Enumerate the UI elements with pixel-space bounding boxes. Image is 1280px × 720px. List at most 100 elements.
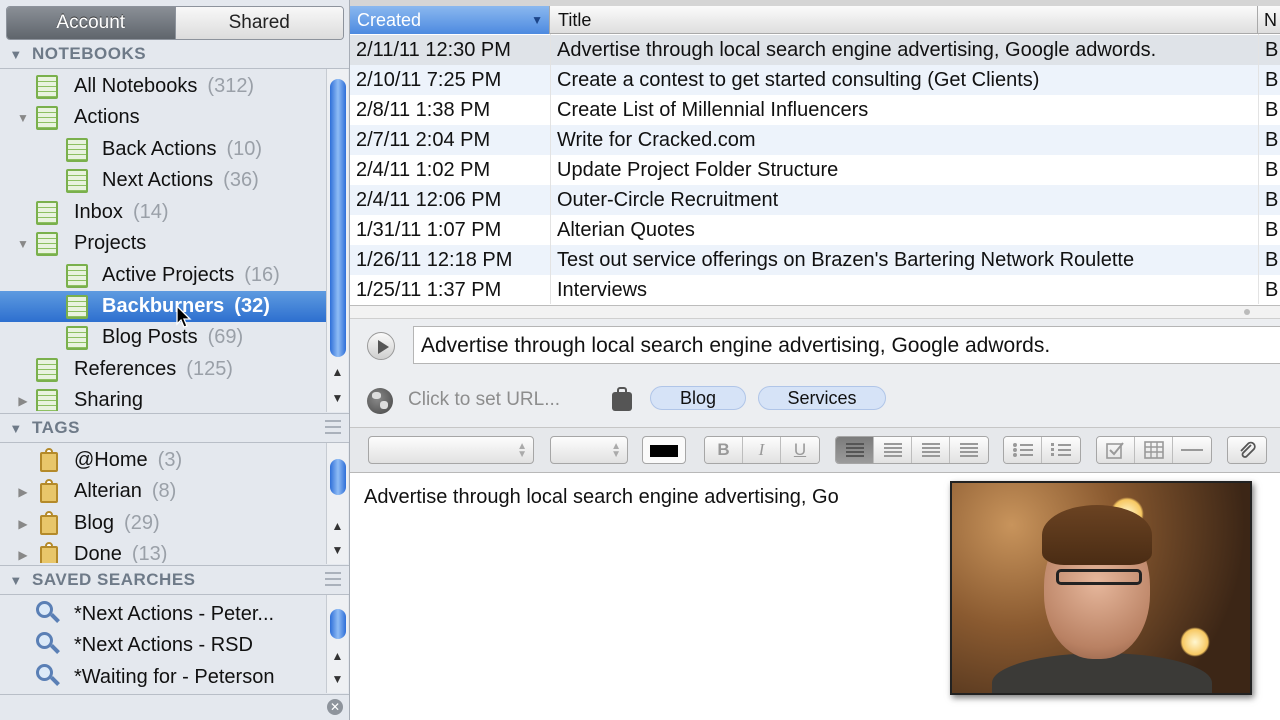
tag-icon <box>612 387 632 411</box>
scroll-up-arrow-icon[interactable]: ▲ <box>327 361 348 383</box>
align-left-button[interactable] <box>836 437 874 463</box>
saved-searches-header-label: SAVED SEARCHES <box>32 570 196 589</box>
table-row[interactable]: 2/4/11 12:06 PM Outer-Circle Recruitment B <box>350 185 1280 215</box>
tag-item-home[interactable]: @Home (3) <box>0 445 326 476</box>
notebook-item-blog-posts[interactable]: Blog Posts (69) <box>0 322 326 353</box>
underline-button[interactable]: U <box>781 437 819 463</box>
notebook-count: (16) <box>244 264 280 286</box>
play-icon[interactable] <box>367 332 395 360</box>
tag-count: (13) <box>131 543 168 563</box>
notebook-stack-icon <box>36 231 58 256</box>
saved-searches-section-header[interactable]: ▼ SAVED SEARCHES <box>0 566 349 594</box>
cell-notebook: B <box>1265 128 1279 151</box>
tab-shared[interactable]: Shared <box>174 7 343 39</box>
note-tag-services[interactable]: Services <box>758 386 886 410</box>
saved-search-item[interactable]: *Next Actions - Peter... <box>0 599 326 630</box>
tag-item-alterian[interactable]: ▶ Alterian (8) <box>0 476 326 507</box>
notebook-item-all-notebooks[interactable]: All Notebooks (312) <box>0 71 326 102</box>
tags-scrollbar[interactable]: ▲ ▼ <box>326 443 348 564</box>
disclosure-open-icon[interactable]: ▼ <box>16 111 30 125</box>
saved-search-item[interactable]: *Next Actions - RSD <box>0 630 326 661</box>
justify-button[interactable] <box>950 437 988 463</box>
note-title-field[interactable]: Advertise through local search engine ad… <box>413 326 1280 364</box>
bold-button[interactable]: B <box>705 437 743 463</box>
disclosure-closed-icon[interactable]: ▶ <box>16 485 30 499</box>
tags-section-header[interactable]: ▼ TAGS <box>0 414 349 442</box>
text-color-well[interactable] <box>642 436 686 464</box>
notebook-item-projects[interactable]: ▼ Projects <box>0 228 326 259</box>
scroll-up-arrow-icon[interactable]: ▲ <box>327 645 348 667</box>
scrollbar-thumb[interactable] <box>330 459 346 495</box>
saved-search-item[interactable]: *Waiting for - Peterson <box>0 662 326 693</box>
notebook-label: Blog Posts <box>102 326 198 348</box>
disclosure-closed-icon[interactable]: ▶ <box>16 517 30 531</box>
numbered-list-button[interactable] <box>1042 437 1080 463</box>
scroll-down-arrow-icon[interactable]: ▼ <box>327 668 348 690</box>
tag-item-blog[interactable]: ▶ Blog (29) <box>0 508 326 539</box>
saved-searches-scrollbar[interactable]: ▲ ▼ <box>326 595 348 693</box>
checkbox-button[interactable] <box>1097 437 1135 463</box>
section-menu-icon[interactable] <box>325 572 341 586</box>
alignment-group <box>835 436 989 464</box>
notebook-item-sharing[interactable]: ▶ Sharing <box>0 385 326 411</box>
tags-header-label: TAGS <box>32 418 80 437</box>
insert-table-button[interactable] <box>1135 437 1173 463</box>
align-right-icon <box>921 443 940 457</box>
notebook-item-back-actions[interactable]: Back Actions (10) <box>0 134 326 165</box>
scroll-down-arrow-icon[interactable]: ▼ <box>327 387 348 409</box>
notebooks-list: All Notebooks (312) ▼ Actions Back Action… <box>0 71 326 411</box>
disclosure-closed-icon[interactable]: ▶ <box>16 548 30 562</box>
notebook-label: Sharing <box>74 389 143 411</box>
collapse-triangle-icon[interactable]: ▼ <box>0 421 32 436</box>
notebook-item-actions[interactable]: ▼ Actions <box>0 102 326 133</box>
splitter-handle-icon[interactable] <box>1244 309 1250 315</box>
clear-search-icon[interactable]: ✕ <box>327 699 343 715</box>
table-row[interactable]: 2/10/11 7:25 PM Create a contest to get s… <box>350 65 1280 95</box>
column-header-title[interactable]: Title <box>550 6 1258 34</box>
scrollbar-thumb[interactable] <box>330 79 346 357</box>
scroll-up-arrow-icon[interactable]: ▲ <box>327 515 348 537</box>
notebooks-header-label: NOTEBOOKS <box>32 44 147 63</box>
cell-notebook: B <box>1265 158 1279 181</box>
table-row[interactable]: 1/31/11 1:07 PM Alterian Quotes B <box>350 215 1280 245</box>
note-tag-blog[interactable]: Blog <box>650 386 746 410</box>
notebook-item-active-projects[interactable]: Active Projects (16) <box>0 260 326 291</box>
collapse-triangle-icon[interactable]: ▼ <box>0 573 32 588</box>
font-family-select[interactable]: ▲ ▼ <box>368 436 534 464</box>
scroll-down-arrow-icon[interactable]: ▼ <box>327 539 348 561</box>
notebook-item-references[interactable]: References (125) <box>0 354 326 385</box>
notebook-item-next-actions[interactable]: Next Actions (36) <box>0 165 326 196</box>
italic-button[interactable]: I <box>743 437 781 463</box>
column-header-notebook[interactable]: N <box>1258 6 1280 34</box>
align-center-button[interactable] <box>874 437 912 463</box>
notebooks-scrollbar[interactable]: ▲ ▼ <box>326 69 348 412</box>
tag-label: Blog <box>74 512 115 534</box>
collapse-triangle-icon[interactable]: ▼ <box>0 47 32 62</box>
table-row[interactable]: 2/4/11 1:02 PM Update Project Folder Stru… <box>350 155 1280 185</box>
notebook-item-backburners[interactable]: Backburners (32) <box>0 291 326 328</box>
column-header-created[interactable]: Created ▼ <box>350 6 550 34</box>
horizontal-rule-button[interactable] <box>1173 437 1211 463</box>
section-menu-icon[interactable] <box>325 420 341 434</box>
table-row[interactable]: 1/25/11 1:37 PM Interviews B <box>350 275 1280 305</box>
attach-file-button[interactable] <box>1228 437 1266 463</box>
table-row[interactable]: 2/7/11 2:04 PM Write for Cracked.com B <box>350 125 1280 155</box>
disclosure-open-icon[interactable]: ▼ <box>16 237 30 251</box>
note-body-text[interactable]: Advertise through local search engine ad… <box>364 486 839 509</box>
notebook-item-inbox[interactable]: Inbox (14) <box>0 197 326 228</box>
bullet-list-button[interactable] <box>1004 437 1042 463</box>
url-field[interactable]: Click to set URL... <box>408 389 560 411</box>
align-right-button[interactable] <box>912 437 950 463</box>
table-row[interactable]: 1/26/11 12:18 PM Test out service offerin… <box>350 245 1280 275</box>
cell-title: Create a contest to get started consulti… <box>557 68 1040 91</box>
table-row[interactable]: 2/8/11 1:38 PM Create List of Millennial … <box>350 95 1280 125</box>
scrollbar-thumb[interactable] <box>330 609 346 639</box>
font-size-select[interactable]: ▲ ▼ <box>550 436 628 464</box>
tag-item-done[interactable]: ▶ Done (13) <box>0 539 326 563</box>
notebook-icon <box>66 325 88 350</box>
table-row[interactable]: 2/11/11 12:30 PM Advertise through local … <box>350 35 1280 65</box>
disclosure-closed-icon[interactable]: ▶ <box>16 394 30 408</box>
tab-account[interactable]: Account <box>7 7 175 39</box>
list-note-splitter[interactable] <box>350 305 1280 319</box>
notebooks-section-header[interactable]: ▼ NOTEBOOKS <box>0 40 349 68</box>
